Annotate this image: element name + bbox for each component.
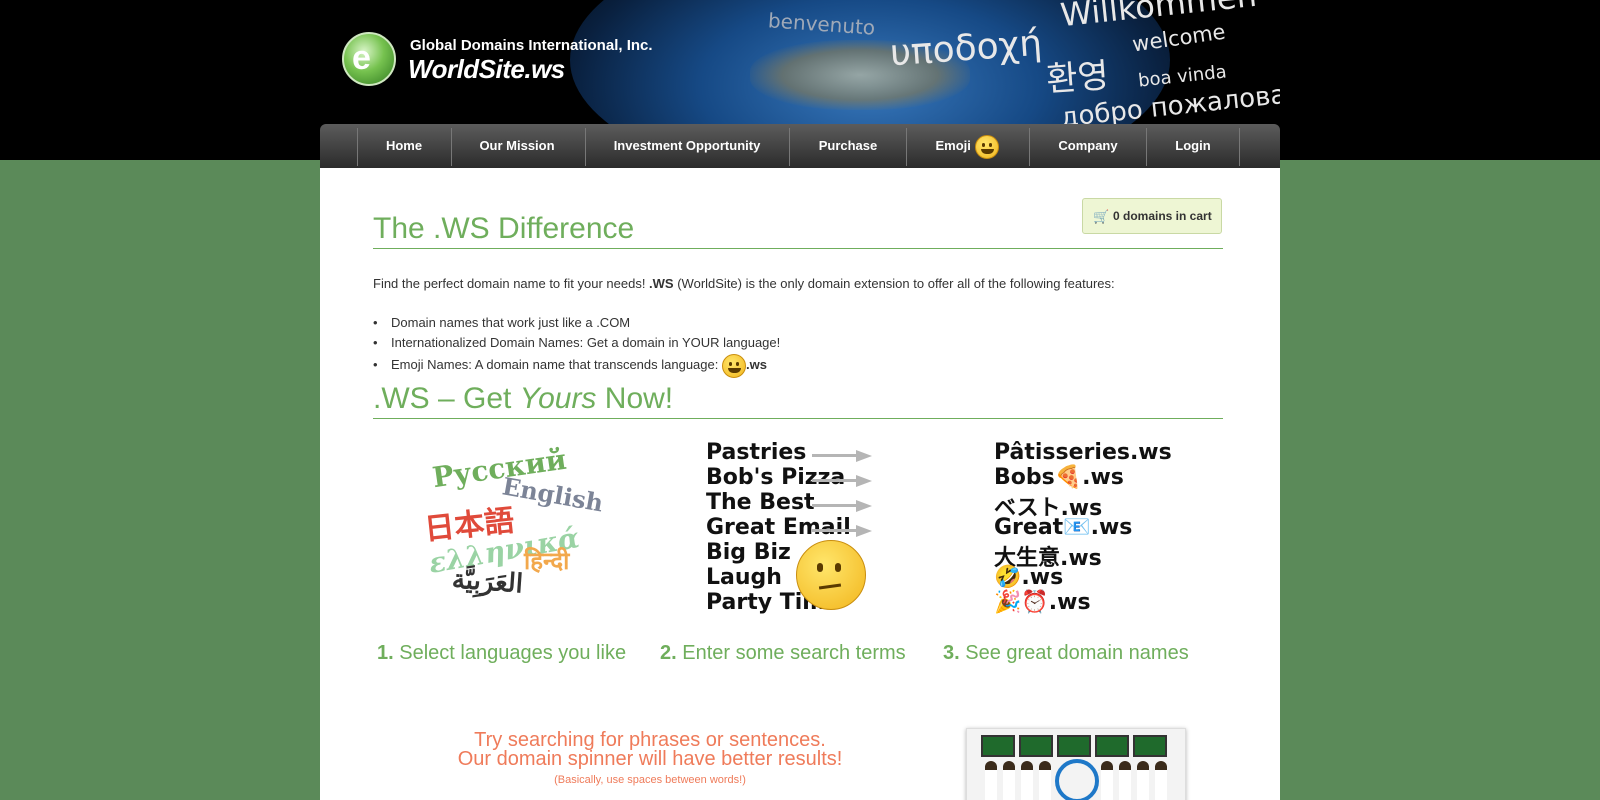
grinning-face-icon bbox=[974, 134, 999, 159]
language-word: العَرَبِيَّة bbox=[451, 563, 525, 599]
domain-example: 🎉⏰.ws bbox=[994, 590, 1091, 615]
gdi-logo-icon[interactable]: e bbox=[342, 32, 396, 86]
section-title-get-yours: .WS – Get Yours Now! bbox=[373, 382, 1223, 419]
step-number: 3. bbox=[943, 642, 960, 664]
screen-tile bbox=[1133, 735, 1167, 757]
team-video-thumbnail[interactable] bbox=[966, 728, 1186, 800]
step-number: 2. bbox=[660, 642, 677, 664]
intro-text-start: Find the perfect domain name to fit your… bbox=[373, 276, 650, 291]
person bbox=[1155, 761, 1167, 800]
feature-text: Internationalized Domain Names: Get a do… bbox=[391, 335, 781, 350]
person bbox=[1119, 761, 1131, 800]
screen-tile bbox=[1019, 735, 1053, 757]
arrow-right-icon bbox=[812, 525, 872, 537]
nav-emoji-label: Emoji bbox=[935, 138, 971, 153]
screen-tile bbox=[981, 735, 1015, 757]
step-1-title[interactable]: 1. Select languages you like bbox=[377, 642, 626, 665]
nav-login[interactable]: Login bbox=[1147, 124, 1239, 168]
nav-separator bbox=[1239, 128, 1240, 166]
domain-results-illustration[interactable]: Pâtisseries.ws Bobs🍕.ws ベスト.ws Great📧.ws… bbox=[994, 440, 1264, 616]
person bbox=[1101, 761, 1113, 800]
feature-item: Internationalized Domain Names: Get a do… bbox=[373, 333, 780, 353]
arrow-right-icon bbox=[812, 475, 872, 487]
intro-text-bold: .WS bbox=[649, 276, 674, 291]
nav-home[interactable]: Home bbox=[358, 124, 450, 168]
title-part: Now! bbox=[596, 382, 674, 415]
feature-item: Domain names that work just like a .COM bbox=[373, 313, 780, 333]
play-icon[interactable] bbox=[1055, 759, 1099, 800]
step-text: Enter some search terms bbox=[676, 642, 906, 664]
search-term: Pastries bbox=[706, 440, 807, 465]
person bbox=[1021, 761, 1033, 800]
nav-our-mission[interactable]: Our Mission bbox=[452, 124, 582, 168]
title-part: .WS – Get bbox=[373, 382, 520, 415]
main-nav: Home Our Mission Investment Opportunity … bbox=[320, 124, 1280, 168]
feature-item: Emoji Names: A domain name that transcen… bbox=[373, 353, 780, 378]
tip-note: (Basically, use spaces between words!) bbox=[554, 774, 746, 786]
emoji-domain-suffix: .ws bbox=[745, 357, 767, 372]
grinning-face-icon bbox=[721, 353, 746, 378]
main-content: 🛒 0 domains in cart The .WS Difference F… bbox=[320, 168, 1280, 800]
intro-text-end: (WorldSite) is the only domain extension… bbox=[673, 276, 1115, 291]
domain-example: Great📧.ws bbox=[994, 515, 1133, 540]
person bbox=[985, 761, 997, 800]
tip-line-2: Our domain spinner will have better resu… bbox=[457, 748, 843, 770]
search-term: Big Biz bbox=[706, 540, 791, 565]
logo-glyph: e bbox=[352, 39, 371, 77]
nav-company[interactable]: Company bbox=[1030, 124, 1146, 168]
intro-text: Find the perfect domain name to fit your… bbox=[373, 276, 1115, 291]
search-terms-illustration[interactable]: Pastries Bob's Pizza The Best Great Emai… bbox=[706, 440, 976, 616]
domain-example: Pâtisseries.ws bbox=[994, 440, 1172, 465]
language-cloud[interactable]: Русский English 日本語 ελληνικά हिन्दी العَ… bbox=[408, 440, 678, 616]
welcome-word: 환영 bbox=[1044, 55, 1111, 101]
thinking-face-icon bbox=[796, 540, 866, 610]
person bbox=[1003, 761, 1015, 800]
person bbox=[1137, 761, 1149, 800]
step-text: See great domain names bbox=[959, 642, 1189, 664]
step-number: 1. bbox=[377, 642, 394, 664]
person bbox=[1039, 761, 1051, 800]
feature-text: Emoji Names: A domain name that transcen… bbox=[391, 357, 722, 372]
header-banner: Willkommen benvenuto υποδοχή welcome 환영 … bbox=[320, 0, 1280, 126]
nav-emoji[interactable]: Emoji bbox=[907, 124, 1027, 168]
search-term: Laugh bbox=[706, 565, 782, 590]
nav-purchase[interactable]: Purchase bbox=[790, 124, 906, 168]
page-container: Willkommen benvenuto υποδοχή welcome 환영 … bbox=[320, 0, 1280, 800]
language-word: हिन्दी bbox=[524, 548, 570, 575]
feature-list: Domain names that work just like a .COM … bbox=[373, 313, 780, 378]
nav-investment-opportunity[interactable]: Investment Opportunity bbox=[586, 124, 788, 168]
feature-text: Domain names that work just like a .COM bbox=[391, 315, 631, 330]
site-name[interactable]: WorldSite.ws bbox=[408, 54, 565, 85]
language-word: English bbox=[500, 471, 606, 518]
arrow-right-icon bbox=[812, 450, 872, 462]
screen-tile bbox=[1057, 735, 1091, 757]
section-title-difference: The .WS Difference bbox=[373, 212, 1223, 249]
step-text: Select languages you like bbox=[393, 642, 627, 664]
domain-example: Bobs🍕.ws bbox=[994, 465, 1124, 490]
arrow-right-icon bbox=[812, 500, 872, 512]
screen-tile bbox=[1095, 735, 1129, 757]
step-2-title[interactable]: 2. Enter some search terms bbox=[660, 642, 906, 665]
title-emphasis: Yours bbox=[519, 382, 597, 415]
step-3-title[interactable]: 3. See great domain names bbox=[943, 642, 1189, 665]
search-term: The Best bbox=[706, 490, 815, 515]
company-name: Global Domains International, Inc. bbox=[410, 37, 653, 54]
domain-example: 🤣.ws bbox=[994, 565, 1064, 590]
